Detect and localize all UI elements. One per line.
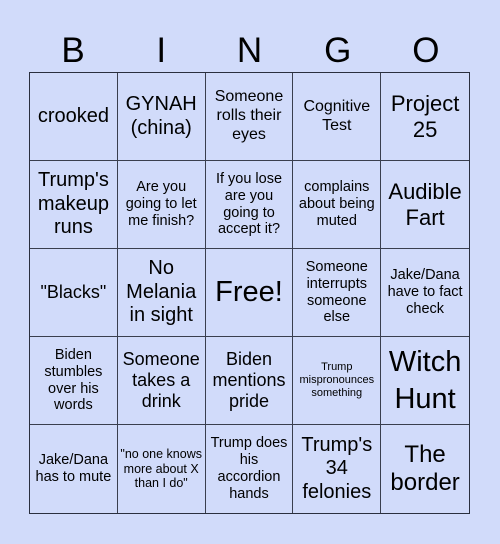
bingo-cell[interactable]: Someone rolls their eyes bbox=[205, 73, 294, 161]
bingo-cell[interactable]: Biden mentions pride bbox=[205, 337, 294, 425]
bingo-cell[interactable]: "no one knows more about X than I do" bbox=[118, 425, 206, 513]
bingo-cell[interactable]: Trump's 34 felonies bbox=[293, 425, 382, 513]
bingo-cell[interactable]: Jake/Dana have to fact check bbox=[381, 249, 469, 337]
bingo-cell[interactable]: crooked bbox=[30, 73, 118, 161]
bingo-cell[interactable]: If you lose are you going to accept it? bbox=[205, 161, 294, 249]
bingo-cell[interactable]: Witch Hunt bbox=[381, 337, 469, 425]
bingo-cell[interactable]: Project 25 bbox=[381, 73, 469, 161]
header-letter-o: O bbox=[412, 31, 440, 70]
header-letter-i: I bbox=[156, 31, 167, 70]
bingo-cell[interactable]: Biden stumbles over his words bbox=[30, 337, 118, 425]
bingo-cell[interactable]: Someone takes a drink bbox=[117, 337, 206, 425]
header-letter-b: B bbox=[61, 31, 85, 70]
header-letter-n: N bbox=[236, 31, 263, 70]
free-space-cell[interactable]: Free! bbox=[205, 249, 294, 337]
bingo-grid: crooked GYNAH (china) Someone rolls thei… bbox=[29, 72, 470, 514]
bingo-cell[interactable]: complains about being muted bbox=[293, 161, 382, 249]
bingo-cell[interactable]: Audible Fart bbox=[381, 161, 469, 249]
bingo-cell[interactable]: Trump does his accordion hands bbox=[206, 425, 294, 513]
header-letter-g: G bbox=[324, 31, 352, 70]
bingo-cell[interactable]: Trump mispronounces something bbox=[293, 337, 382, 425]
bingo-cell[interactable]: Trump's makeup runs bbox=[30, 161, 118, 249]
bingo-cell[interactable]: Cognitive Test bbox=[293, 73, 382, 161]
bingo-cell[interactable]: Someone interrupts someone else bbox=[293, 249, 382, 337]
bingo-cell[interactable]: The border bbox=[381, 425, 469, 513]
bingo-header: B I N G O bbox=[29, 30, 470, 72]
bingo-cell[interactable]: Are you going to let me finish? bbox=[117, 161, 206, 249]
bingo-cell[interactable]: No Melania in sight bbox=[117, 249, 206, 337]
bingo-cell[interactable]: Jake/Dana has to mute bbox=[30, 425, 118, 513]
bingo-cell[interactable]: GYNAH (china) bbox=[117, 73, 206, 161]
bingo-cell[interactable]: "Blacks" bbox=[30, 249, 118, 337]
